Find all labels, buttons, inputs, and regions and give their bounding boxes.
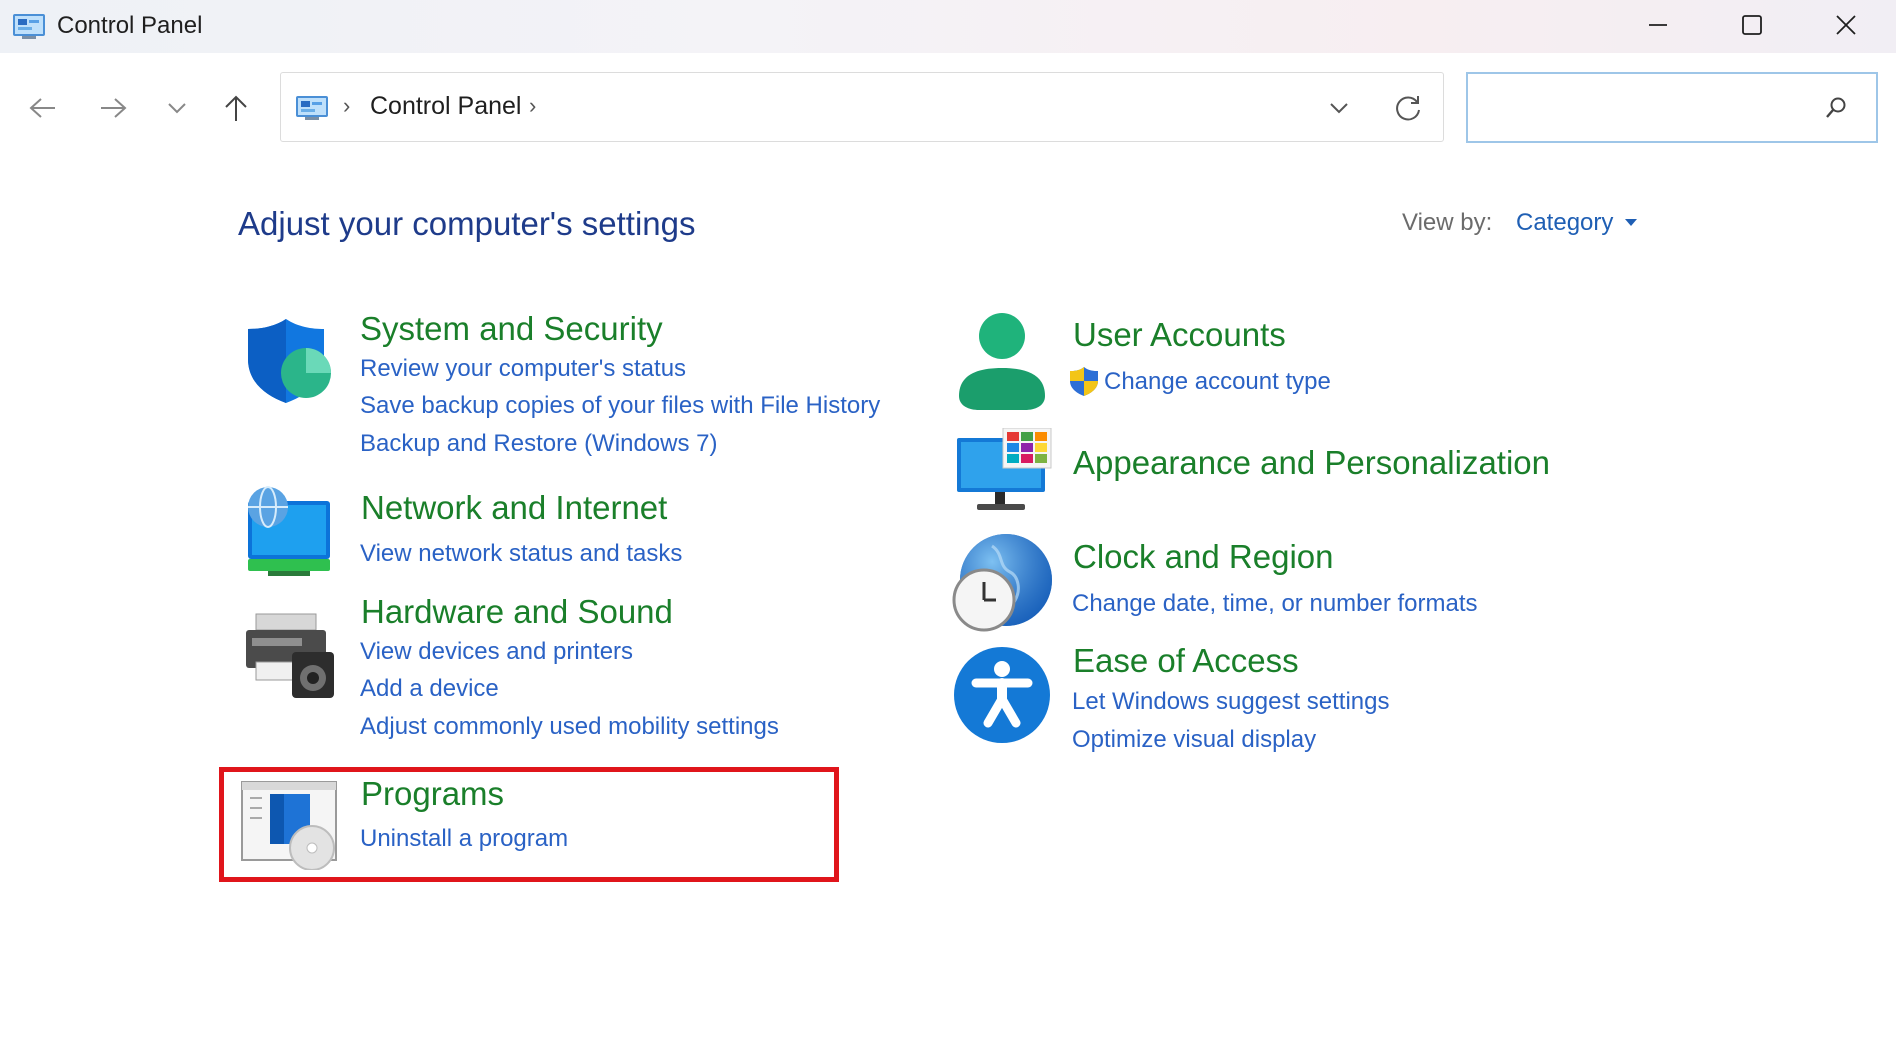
view-by-dropdown[interactable]: Category <box>1516 209 1613 237</box>
close-icon <box>1836 15 1856 35</box>
link-add-device[interactable]: Add a device <box>360 675 499 703</box>
page-title: Adjust your computer's settings <box>238 205 696 242</box>
maximize-button[interactable] <box>1706 0 1798 50</box>
accessibility-icon[interactable] <box>952 645 1052 750</box>
search-input[interactable] <box>1476 82 1820 134</box>
close-button[interactable] <box>1800 0 1892 50</box>
monitor-palette-icon[interactable] <box>955 427 1053 517</box>
highlight-box <box>219 767 839 882</box>
link-devices-printers[interactable]: View devices and printers <box>360 638 633 666</box>
link-suggest-settings[interactable]: Let Windows suggest settings <box>1072 688 1390 716</box>
category-user-accounts[interactable]: User Accounts <box>1073 316 1286 354</box>
link-change-account-type[interactable]: Change account type <box>1104 368 1331 396</box>
back-button[interactable] <box>20 88 66 128</box>
view-by-label: View by: <box>1402 209 1493 236</box>
category-appearance-and-personalization[interactable]: Appearance and Personalization <box>1073 444 1550 482</box>
category-clock-and-region[interactable]: Clock and Region <box>1073 538 1334 576</box>
up-button[interactable] <box>213 88 259 128</box>
recent-locations-button[interactable] <box>154 88 200 128</box>
link-mobility-settings[interactable]: Adjust commonly used mobility settings <box>360 713 779 741</box>
category-ease-of-access[interactable]: Ease of Access <box>1073 642 1299 680</box>
search-box[interactable] <box>1466 72 1878 143</box>
network-globe-icon[interactable] <box>240 485 336 586</box>
uac-shield-icon <box>1070 367 1098 396</box>
window-title: Control Panel <box>57 12 203 39</box>
control-panel-icon <box>295 95 329 126</box>
link-review-status[interactable]: Review your computer's status <box>360 355 686 383</box>
address-bar[interactable]: › Control Panel › <box>280 72 1444 142</box>
address-dropdown-button[interactable] <box>1321 91 1357 125</box>
search-icon[interactable] <box>1820 92 1852 124</box>
breadcrumb-control-panel[interactable]: Control Panel <box>370 92 521 121</box>
chevron-down-icon <box>1330 103 1348 114</box>
shield-icon[interactable] <box>240 315 336 412</box>
category-hardware-and-sound[interactable]: Hardware and Sound <box>361 593 673 631</box>
breadcrumb-separator[interactable]: › <box>529 93 536 119</box>
title-bar: Control Panel <box>0 0 1896 53</box>
minimize-icon <box>1649 24 1667 26</box>
printer-speaker-icon[interactable] <box>242 610 340 707</box>
caret-down-icon[interactable] <box>1624 218 1638 228</box>
chevron-down-icon <box>168 103 186 114</box>
link-network-status[interactable]: View network status and tasks <box>360 540 682 568</box>
link-optimize-display[interactable]: Optimize visual display <box>1072 726 1316 754</box>
arrow-right-icon <box>101 98 127 118</box>
clock-globe-icon[interactable] <box>952 532 1054 639</box>
link-backup-restore[interactable]: Backup and Restore (Windows 7) <box>360 430 718 458</box>
control-panel-icon <box>12 12 46 45</box>
link-file-history[interactable]: Save backup copies of your files with Fi… <box>360 392 880 420</box>
forward-button[interactable] <box>90 88 136 128</box>
arrow-left-icon <box>29 98 55 118</box>
refresh-button[interactable] <box>1389 89 1427 127</box>
user-icon[interactable] <box>955 312 1051 417</box>
maximize-icon <box>1742 15 1762 35</box>
category-network-and-internet[interactable]: Network and Internet <box>361 489 667 527</box>
link-date-time-formats[interactable]: Change date, time, or number formats <box>1072 590 1478 618</box>
breadcrumb-separator[interactable]: › <box>343 93 350 119</box>
refresh-icon <box>1396 96 1420 121</box>
minimize-button[interactable] <box>1612 0 1704 50</box>
arrow-up-icon <box>225 95 247 121</box>
category-system-and-security[interactable]: System and Security <box>360 310 663 348</box>
